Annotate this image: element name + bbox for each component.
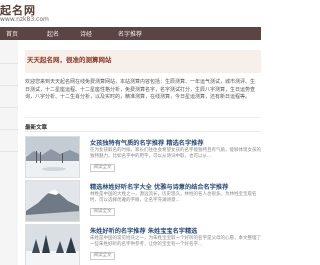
article-card: 朱姓好听的名字推荐 朱姓宝宝名字精选 朱姓是中国的常见姓氏之一，为朱姓宝宝取一个… <box>25 224 261 265</box>
read-more-button[interactable]: 阅读全文 <box>90 252 115 260</box>
nav-item-shijing[interactable]: 诗经 <box>80 29 92 38</box>
rail-divider <box>0 63 18 64</box>
article-summary: 林姓是中国的大姓之一，源远流长，历史悠久，林姓的名人也很多。为林姓宝宝取名时，可… <box>90 192 257 203</box>
main-nav: 首页 起名 诗经 名字推荐 <box>0 27 261 40</box>
article-title[interactable]: 精选林姓好听名字大全 优雅与诗意的结合名字推荐 <box>90 182 228 191</box>
nav-item-recommend[interactable]: 名字推荐 <box>118 29 142 38</box>
site-intro: 欢迎您来到天天起名网在线免费测算网站，本站测算内容包括：生辰测算、一年运气测试，… <box>25 79 256 101</box>
site-url: www.nzk83.com <box>0 16 49 23</box>
mountain-image <box>26 181 79 221</box>
article-thumbnail[interactable] <box>25 224 80 265</box>
snowy-forest-image <box>26 225 79 265</box>
welcome-banner: 天天起名网，很准的测算网站 <box>25 50 261 73</box>
article-card: 女孩独特有气质的名字推荐 精选名字推荐 在为女孩取名的时候，家长们往往会希望女孩… <box>25 136 261 180</box>
rail-divider <box>0 107 18 108</box>
rail-divider <box>0 85 18 86</box>
read-more-button[interactable]: 阅读全文 <box>90 164 115 172</box>
article-thumbnail[interactable] <box>25 180 80 222</box>
read-more-button[interactable]: 阅读全文 <box>90 208 115 216</box>
site-header: 起名网 www.nzk83.com <box>0 0 261 27</box>
article-thumbnail[interactable] <box>25 136 80 178</box>
rail-divider <box>0 129 18 130</box>
divider <box>25 117 261 118</box>
article-summary: 朱姓是中国的常见姓氏之一，为朱姓宝宝取一个好听的名字是父母的心愿，本文整理了一些… <box>90 236 261 247</box>
nav-item-naming[interactable]: 起名 <box>47 29 59 38</box>
article-card: 精选林姓好听名字大全 优雅与诗意的结合名字推荐 林姓是中国的大姓之一，源远流长，… <box>25 180 261 222</box>
article-summary: 在为女孩取名的时候，家长们往往会希望女孩的名字能独特且有气质，能够体现女孩的独特… <box>90 148 261 159</box>
rail-divider <box>0 151 18 152</box>
nav-item-home[interactable]: 首页 <box>6 29 18 38</box>
welcome-title: 天天起名网，很准的测算网站 <box>27 56 112 64</box>
article-title[interactable]: 朱姓好听的名字推荐 朱姓宝宝名字精选 <box>90 226 197 235</box>
winter-landscape-image <box>26 137 79 177</box>
section-divider <box>25 131 261 132</box>
left-rail <box>0 40 18 265</box>
article-title[interactable]: 女孩独特有气质的名字推荐 精选名字推荐 <box>90 138 204 147</box>
section-title: 最新文章 <box>25 125 48 131</box>
